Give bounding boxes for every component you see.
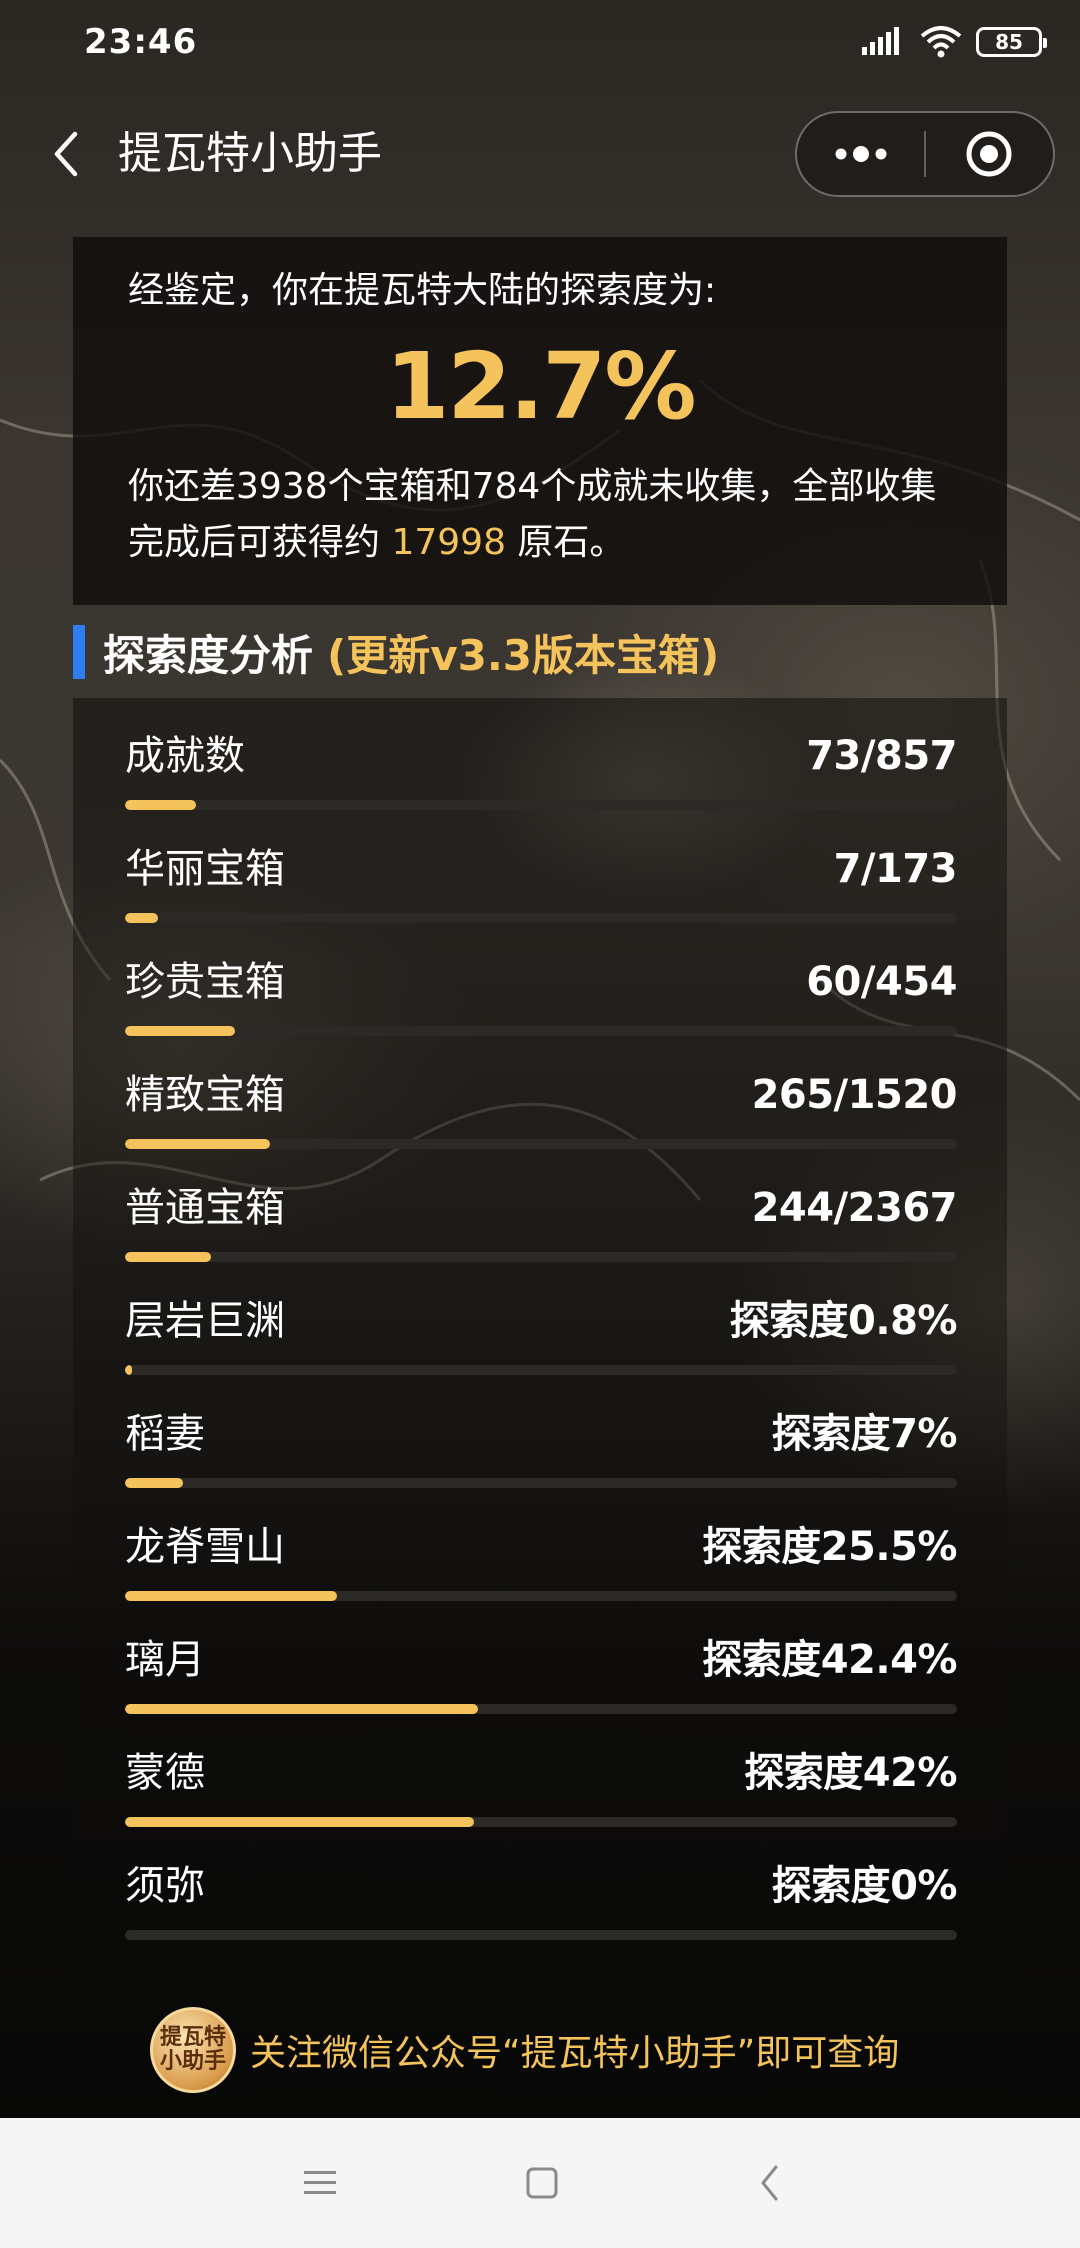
- square-icon: [526, 2167, 558, 2199]
- progress-track: [125, 913, 957, 923]
- chevron-left-icon: [54, 131, 78, 177]
- status-bar: 23:46 85: [0, 0, 1080, 90]
- progress-fill: [125, 800, 196, 810]
- more-dots-icon: [835, 146, 886, 162]
- summary-card: 经鉴定，你在提瓦特大陆的探索度为: 12.7% 你还差3938个宝箱和784个成…: [73, 237, 1007, 605]
- section-title: 探索度分析: [103, 630, 314, 680]
- back-button[interactable]: [38, 126, 94, 182]
- target-circle-icon: [966, 131, 1012, 177]
- stat-value: 探索度0.8%: [729, 1298, 958, 1344]
- stat-label: 珍贵宝箱: [125, 959, 285, 1005]
- stat-label: 普通宝箱: [125, 1185, 285, 1231]
- system-back-button[interactable]: [745, 2158, 795, 2208]
- chevron-left-icon: [761, 2165, 778, 2201]
- progress-track: [125, 1026, 957, 1036]
- progress-track: [125, 1478, 957, 1488]
- stat-label: 精致宝箱: [125, 1072, 285, 1118]
- stat-row: 须弥 探索度0%: [125, 1858, 958, 1958]
- stat-row: 珍贵宝箱 60/454: [125, 954, 957, 1054]
- more-button[interactable]: [797, 113, 924, 195]
- progress-track: [125, 1930, 957, 1940]
- progress-fill: [125, 1139, 270, 1149]
- stat-row: 华丽宝箱 7/173: [125, 841, 958, 941]
- stat-value: 244/2367: [751, 1185, 958, 1231]
- stat-row: 精致宝箱 265/1520: [125, 1067, 958, 1167]
- promo-text: 关注微信公众号“提瓦特小助手”即可查询: [250, 2033, 900, 2074]
- stat-value: 探索度42%: [744, 1750, 957, 1796]
- system-nav-bar: [0, 2118, 1080, 2248]
- summary-text: 你还差3938个宝箱和784个成就未收集，全部收集完成后可获得约 17998 原…: [128, 459, 968, 571]
- stat-value: 73/857: [806, 733, 957, 779]
- stat-value: 探索度7%: [771, 1411, 958, 1457]
- stat-row: 龙脊雪山 探索度25.5%: [125, 1519, 957, 1619]
- wifi-icon: [920, 26, 962, 58]
- stat-label: 稻妻: [125, 1411, 205, 1457]
- stat-row: 普通宝箱 244/2367: [125, 1180, 958, 1280]
- signal-icon: [862, 27, 899, 55]
- status-icons: 85: [862, 26, 1047, 58]
- stat-row: 蒙德 探索度42%: [125, 1745, 957, 1845]
- stat-label: 璃月: [125, 1637, 205, 1683]
- stat-value: 7/173: [833, 846, 958, 892]
- progress-fill: [125, 1252, 211, 1262]
- stat-row: 稻妻 探索度7%: [125, 1406, 958, 1506]
- progress-track: [125, 1817, 957, 1827]
- home-button[interactable]: [517, 2158, 567, 2208]
- progress-track: [125, 1365, 957, 1375]
- stats-panel: 成就数 73/857 华丽宝箱 7/173 珍贵宝箱 60/454 精致宝箱 2…: [73, 698, 1007, 1998]
- section-marker: [73, 625, 85, 679]
- stat-label: 成就数: [125, 733, 245, 779]
- miniprogram-capsule: [795, 111, 1055, 197]
- progress-track: [125, 800, 957, 810]
- progress-fill: [125, 1704, 478, 1714]
- progress-fill: [125, 1365, 132, 1375]
- primogem-count: 17998: [391, 522, 506, 563]
- progress-track: [125, 1252, 957, 1262]
- stat-value: 探索度0%: [771, 1863, 958, 1909]
- stat-value: 265/1520: [751, 1072, 958, 1118]
- progress-fill: [125, 913, 159, 923]
- stat-label: 华丽宝箱: [125, 846, 285, 892]
- stat-value: 60/454: [806, 959, 957, 1005]
- promo-avatar: 提瓦特小助手: [150, 2007, 236, 2093]
- summary-text-after: 原石。: [505, 522, 626, 563]
- stat-label: 层岩巨渊: [125, 1298, 285, 1344]
- stat-label: 须弥: [125, 1863, 205, 1909]
- stat-row: 层岩巨渊 探索度0.8%: [125, 1293, 958, 1393]
- stat-row: 成就数 73/857: [125, 728, 957, 828]
- progress-track: [125, 1139, 957, 1149]
- exploration-percent: 12.7%: [385, 333, 696, 440]
- progress-fill: [125, 1026, 235, 1036]
- progress-track: [125, 1591, 957, 1601]
- close-miniprogram-button[interactable]: [926, 113, 1053, 195]
- menu-lines-icon: [304, 2171, 336, 2194]
- status-time: 23:46: [84, 22, 198, 62]
- progress-fill: [125, 1591, 338, 1601]
- stat-label: 龙脊雪山: [125, 1524, 285, 1570]
- summary-intro: 经鉴定，你在提瓦特大陆的探索度为:: [128, 270, 717, 311]
- app-screen: 23:46 85 提瓦特小助手 经鉴定，你在提瓦特大陆的探索度为: 12.7% …: [0, 0, 1080, 2248]
- stat-value: 探索度25.5%: [702, 1524, 957, 1570]
- footer-promo[interactable]: 提瓦特小助手 关注微信公众号“提瓦特小助手”即可查询: [150, 2005, 899, 2095]
- section-subtitle: (更新v3.3版本宝箱): [327, 630, 720, 680]
- stat-value: 探索度42.4%: [702, 1637, 957, 1683]
- battery-icon: 85: [976, 27, 1047, 57]
- progress-fill: [125, 1817, 475, 1827]
- nav-bar: 提瓦特小助手: [0, 100, 1080, 210]
- page-title: 提瓦特小助手: [118, 128, 382, 179]
- progress-fill: [125, 1478, 184, 1488]
- stat-row: 璃月 探索度42.4%: [125, 1632, 957, 1732]
- stat-label: 蒙德: [125, 1750, 205, 1796]
- progress-track: [125, 1704, 957, 1714]
- section-header: 探索度分析 (更新v3.3版本宝箱): [73, 624, 719, 680]
- menu-button[interactable]: [295, 2158, 345, 2208]
